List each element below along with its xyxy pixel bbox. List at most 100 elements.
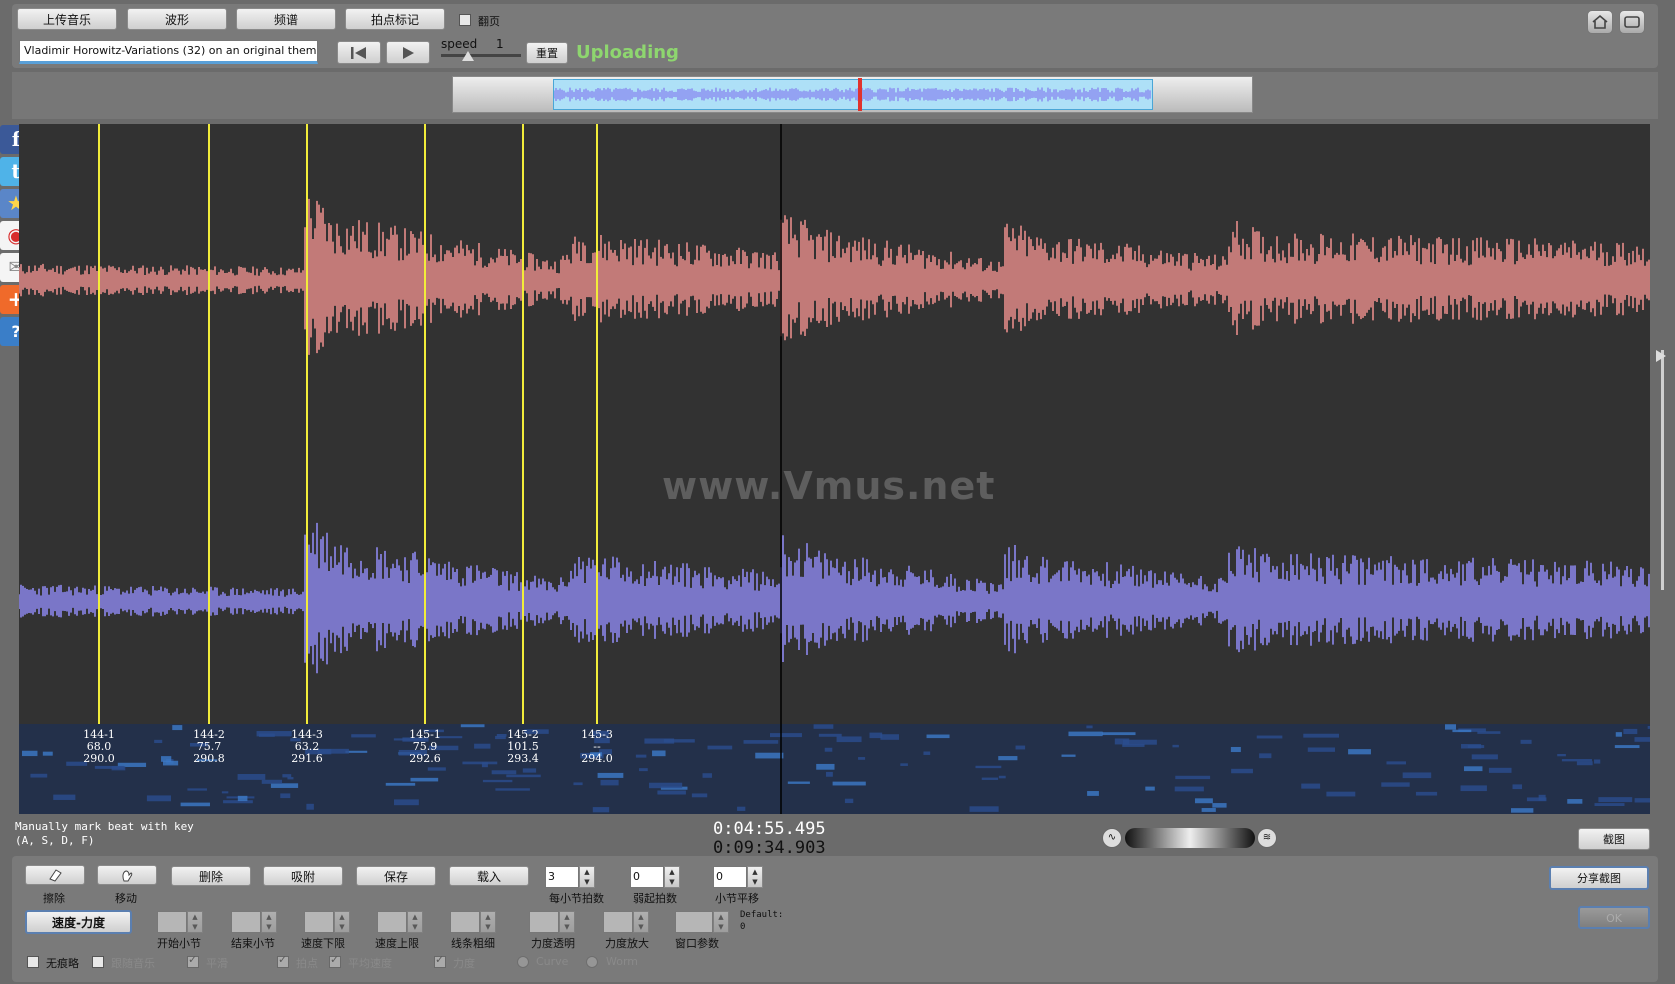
zoom-out-wave-icon[interactable]: ∿ (1102, 828, 1122, 848)
worm-radio[interactable] (586, 956, 598, 968)
upper-channel-waveform (19, 198, 1650, 355)
spectrogram-stripe (495, 788, 530, 791)
spectrogram-stripe (832, 781, 866, 786)
vertical-scrollbar[interactable] (1661, 350, 1664, 590)
move-button[interactable] (97, 865, 157, 885)
waveform-button[interactable]: 波形 (127, 8, 227, 30)
screenshot-button[interactable]: 截图 (1578, 828, 1650, 850)
window-param-input[interactable] (675, 911, 713, 933)
spectrogram-stripe (858, 757, 866, 760)
speed-slider-thumb[interactable] (462, 51, 474, 61)
beats-per-bar-stepper[interactable]: ▲ ▼ (579, 866, 595, 888)
speed-label: speed (441, 37, 478, 51)
spectrogram-stripe (462, 761, 498, 765)
tempo-max-input[interactable] (377, 911, 407, 933)
dyn-opacity-input[interactable] (529, 911, 559, 933)
beat-label: 144-2 75.7 290.8 (189, 729, 229, 765)
bar-offset-input[interactable]: 0 (713, 866, 747, 888)
smooth-checkbox[interactable] (187, 953, 199, 968)
save-button[interactable]: 保存 (356, 866, 436, 886)
snap-button[interactable]: 吸附 (263, 866, 343, 886)
tempo-max-stepper[interactable]: ▲ ▼ (407, 911, 423, 933)
beat-points-checkbox[interactable] (277, 953, 289, 968)
end-bar-stepper[interactable]: ▲ ▼ (261, 911, 277, 933)
spectrogram-stripe (1557, 753, 1566, 757)
upload-music-button[interactable]: 上传音乐 (17, 8, 117, 30)
bar-offset-stepper[interactable]: ▲ ▼ (747, 866, 763, 888)
beats-per-bar-input[interactable]: 3 (545, 866, 579, 888)
spectrogram-stripe (923, 751, 931, 755)
page-turn-checkbox[interactable] (459, 14, 471, 26)
spectrogram-stripe (94, 765, 124, 769)
delete-button[interactable]: 删除 (171, 866, 251, 886)
spectrogram-stripe (1467, 745, 1485, 749)
spectrogram-stripe (1452, 729, 1472, 733)
tempo-min-input[interactable] (304, 911, 334, 933)
scroll-handle[interactable] (1656, 350, 1666, 362)
end-bar-input[interactable] (231, 911, 261, 933)
spectrogram-stripe (53, 794, 76, 800)
line-width-stepper[interactable]: ▲ ▼ (480, 911, 496, 933)
start-bar-label: 开始小节 (157, 937, 201, 950)
spectrogram-stripe (1511, 808, 1534, 813)
spectrogram-stripe (573, 782, 583, 786)
reset-button[interactable]: 重置 (526, 42, 568, 64)
share-screenshot-button[interactable]: 分享截图 (1549, 866, 1649, 890)
dyn-scale-stepper[interactable]: ▲ ▼ (633, 911, 649, 933)
overview-selection[interactable] (553, 79, 1153, 110)
tempo-min-label: 速度下限 (301, 937, 345, 950)
dyn-opacity-stepper[interactable]: ▲ ▼ (559, 911, 575, 933)
tempo-dynamics-button[interactable]: 速度-力度 (25, 910, 132, 934)
speed-slider-track[interactable] (441, 54, 521, 57)
window-param-stepper[interactable]: ▲ ▼ (713, 911, 729, 933)
spectrogram-stripe (649, 782, 683, 789)
spectrogram-stripe (1386, 761, 1407, 765)
erase-button[interactable] (25, 865, 85, 885)
spectrum-button[interactable]: 频谱 (236, 8, 336, 30)
home-button[interactable] (1587, 10, 1613, 34)
zoom-slider[interactable] (1125, 828, 1255, 848)
pickup-beats-stepper[interactable]: ▲ ▼ (664, 866, 680, 888)
beat-mark-button[interactable]: 拍点标记 (345, 8, 445, 30)
curve-radio[interactable] (517, 956, 529, 968)
spectrogram-stripe (1068, 731, 1103, 737)
spectrogram-stripe (410, 777, 439, 782)
overview-track[interactable] (452, 76, 1253, 113)
beat-label-time: 291.6 (291, 752, 323, 765)
ok-button[interactable]: OK (1578, 906, 1650, 929)
line-width-input[interactable] (450, 911, 480, 933)
spectrogram-stripe (1463, 766, 1483, 772)
dynamics-checkbox[interactable] (434, 953, 446, 968)
start-bar-input[interactable] (157, 911, 187, 933)
spectrogram-stripe (491, 770, 517, 775)
load-button[interactable]: 载入 (449, 866, 529, 886)
spectrogram-stripe (844, 798, 854, 804)
erase-label: 擦除 (43, 892, 65, 905)
rewind-button[interactable] (337, 41, 381, 64)
spectrogram-stripe (975, 765, 1002, 769)
default-value: 0 (740, 922, 746, 932)
tempo-min-stepper[interactable]: ▲ ▼ (334, 911, 350, 933)
pickup-beats-input[interactable]: 0 (630, 866, 664, 888)
spectrogram-stripe (270, 783, 299, 788)
dyn-scale-input[interactable] (603, 911, 633, 933)
beat-label: 145-3 -- 294.0 (577, 729, 617, 765)
no-fade-checkbox[interactable] (27, 956, 39, 968)
spectrogram-stripe (237, 774, 266, 780)
avg-tempo-checkbox[interactable] (329, 953, 341, 968)
spectrogram-stripe (1231, 768, 1253, 774)
start-bar-stepper[interactable]: ▲ ▼ (187, 911, 203, 933)
track-title-field[interactable]: Vladimir Horowitz-Variations (32) on an … (19, 40, 318, 64)
follow-music-checkbox[interactable] (92, 956, 104, 968)
default-label: Default: (740, 910, 784, 920)
waveform-view[interactable]: www.Vmus.net 144-1 68.0 290.0 144-2 75.7 290.… (19, 124, 1650, 814)
play-button[interactable] (386, 41, 430, 64)
spectrogram-stripe (187, 788, 207, 791)
spectrogram-stripe (787, 781, 810, 784)
spectrogram-stripe (261, 779, 283, 784)
overview-playhead[interactable] (858, 78, 862, 111)
zoom-in-wave-icon[interactable]: ≋ (1257, 828, 1277, 848)
fullscreen-button[interactable] (1619, 10, 1645, 34)
spectrogram-stripe (743, 740, 779, 744)
spectrogram-stripe (1402, 772, 1432, 779)
